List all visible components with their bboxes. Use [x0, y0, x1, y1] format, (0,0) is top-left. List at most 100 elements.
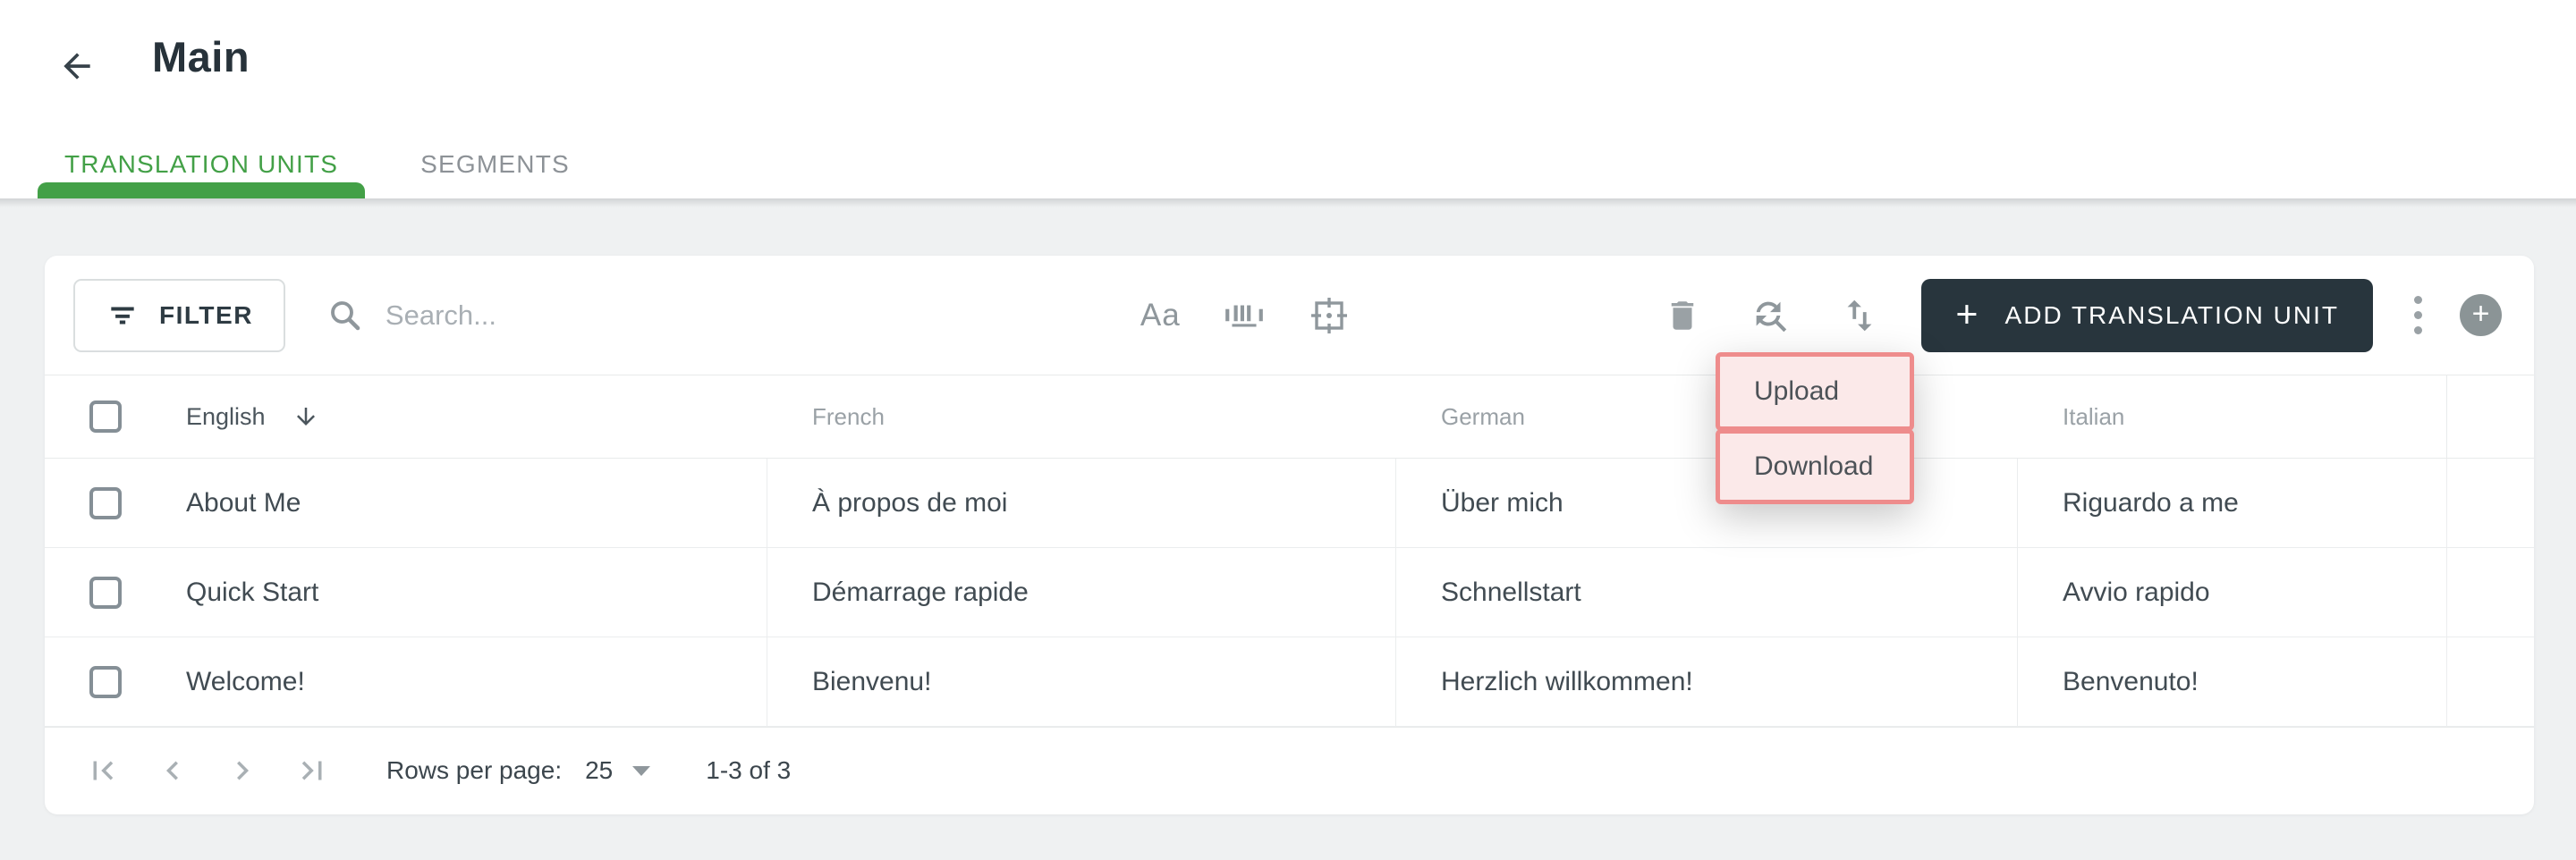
- next-page-button[interactable]: [224, 752, 261, 789]
- rows-per-page-label: Rows per page:: [386, 756, 563, 784]
- rows-per-page-select[interactable]: 25: [585, 756, 651, 785]
- row-checkbox[interactable]: [89, 665, 122, 698]
- chevron-left-icon: [154, 752, 191, 789]
- upload-download-menu: Upload Download: [1716, 352, 1914, 504]
- cell-text: Herzlich willkommen!: [1441, 666, 1693, 696]
- search-icon: [326, 297, 364, 334]
- cell-actions: [2447, 637, 2534, 726]
- center-focus-icon: [1308, 294, 1351, 337]
- find-replace-icon: [1750, 295, 1791, 336]
- sort-order-button[interactable]: [1839, 295, 1880, 336]
- barcode-button[interactable]: [1222, 297, 1267, 334]
- table-footer: Rows per page: 25 1-3 of 3: [45, 727, 2534, 814]
- kebab-icon: [2414, 296, 2422, 304]
- back-button[interactable]: [52, 41, 102, 91]
- page-title: Main: [152, 33, 250, 80]
- table-row: About Me À propos de moi Über mich Rigua…: [45, 459, 2534, 548]
- cell-text: Quick Start: [186, 577, 319, 607]
- cell-actions: [2447, 548, 2534, 637]
- row-checkbox[interactable]: [89, 486, 122, 519]
- cell-text: Démarrage rapide: [812, 577, 1029, 607]
- search-box: [326, 297, 809, 334]
- view-options: Aa: [1140, 294, 1351, 337]
- cell-german[interactable]: Über mich: [1396, 459, 2018, 547]
- text-case-button[interactable]: Aa: [1140, 298, 1181, 333]
- row-checkbox[interactable]: [89, 576, 122, 609]
- cell-text: About Me: [186, 487, 301, 518]
- last-page-button[interactable]: [293, 752, 331, 789]
- tab-segments[interactable]: SEGMENTS: [394, 131, 597, 198]
- header-shadow: [0, 198, 2576, 207]
- pagination-range: 1-3 of 3: [706, 756, 792, 784]
- cell-english[interactable]: About Me: [45, 459, 767, 547]
- cell-german[interactable]: Schnellstart: [1396, 548, 2018, 637]
- cell-text: Über mich: [1441, 487, 1563, 518]
- delete-button[interactable]: [1664, 297, 1701, 334]
- header-cell-italian[interactable]: Italian: [2018, 375, 2447, 458]
- cell-italian[interactable]: Benvenuto!: [2018, 637, 2447, 726]
- cell-text: Bienvenu!: [812, 666, 932, 696]
- cell-text: Avvio rapido: [2063, 577, 2210, 607]
- upload-download-button[interactable]: [1750, 295, 1791, 336]
- header-cell-actions: [2447, 375, 2534, 458]
- menu-item-label: Upload: [1754, 376, 1840, 406]
- table-toolbar: FILTER Aa: [45, 256, 2534, 375]
- first-page-button[interactable]: [84, 752, 122, 789]
- cell-italian[interactable]: Avvio rapido: [2018, 548, 2447, 637]
- page-header: Main TRANSLATION UNITS SEGMENTS: [0, 0, 2576, 198]
- barcode-icon: [1222, 297, 1267, 334]
- plus-circle-icon: +: [2471, 296, 2490, 331]
- filter-button[interactable]: FILTER: [73, 278, 285, 352]
- tab-bar: TRANSLATION UNITS SEGMENTS: [38, 131, 597, 198]
- cell-text: Riguardo a me: [2063, 487, 2239, 518]
- tab-label: TRANSLATION UNITS: [64, 150, 339, 178]
- add-fab-button[interactable]: +: [2460, 294, 2502, 336]
- cell-english[interactable]: Welcome!: [45, 637, 767, 726]
- column-header-italian: Italian: [2063, 402, 2125, 430]
- menu-item-download[interactable]: Download: [1716, 429, 1914, 504]
- arrow-left-icon: [57, 46, 97, 86]
- search-input[interactable]: [385, 299, 779, 332]
- first-page-icon: [84, 752, 122, 789]
- filter-icon: [106, 299, 140, 333]
- table-row: Welcome! Bienvenu! Herzlich willkommen! …: [45, 637, 2534, 727]
- column-header-english[interactable]: English: [186, 403, 266, 431]
- column-header-german: German: [1441, 402, 1525, 430]
- table-header-row: English French German Italian: [45, 375, 2534, 459]
- cell-english[interactable]: Quick Start: [45, 548, 767, 637]
- cell-french[interactable]: À propos de moi: [767, 459, 1396, 547]
- sort-desc-icon[interactable]: [292, 403, 319, 430]
- add-translation-unit-button[interactable]: + ADD TRANSLATION UNIT: [1921, 278, 2373, 352]
- translation-units-card: FILTER Aa: [45, 256, 2534, 814]
- pager: [84, 752, 331, 789]
- table-row: Quick Start Démarrage rapide Schnellstar…: [45, 548, 2534, 637]
- center-focus-button[interactable]: [1308, 294, 1351, 337]
- cell-german[interactable]: Herzlich willkommen!: [1396, 637, 2018, 726]
- chevron-right-icon: [224, 752, 261, 789]
- menu-item-upload[interactable]: Upload: [1716, 352, 1914, 431]
- trash-icon: [1664, 297, 1701, 334]
- cell-french[interactable]: Démarrage rapide: [767, 548, 1396, 637]
- filter-label: FILTER: [159, 300, 253, 329]
- select-all-checkbox[interactable]: [89, 400, 122, 433]
- previous-page-button[interactable]: [154, 752, 191, 789]
- cell-text: À propos de moi: [812, 487, 1008, 518]
- header-cell-english: English: [45, 375, 767, 458]
- cell-text: Benvenuto!: [2063, 666, 2199, 696]
- add-button-label: ADD TRANSLATION UNIT: [2004, 300, 2339, 329]
- plus-icon: +: [1955, 293, 1980, 336]
- tab-translation-units[interactable]: TRANSLATION UNITS: [38, 131, 366, 198]
- rows-per-page-value: 25: [585, 756, 614, 784]
- cell-italian[interactable]: Riguardo a me: [2018, 459, 2447, 547]
- header-cell-french[interactable]: French: [767, 375, 1396, 458]
- active-tab-indicator: [38, 182, 366, 198]
- import-export-icon: [1839, 295, 1880, 336]
- header-cell-german[interactable]: German: [1396, 375, 2018, 458]
- tab-label: SEGMENTS: [420, 150, 570, 178]
- more-options-button[interactable]: [2414, 296, 2422, 334]
- cell-french[interactable]: Bienvenu!: [767, 637, 1396, 726]
- cell-text: Schnellstart: [1441, 577, 1581, 607]
- caret-down-icon: [632, 765, 651, 776]
- menu-item-label: Download: [1754, 451, 1874, 481]
- cell-text: Welcome!: [186, 666, 305, 696]
